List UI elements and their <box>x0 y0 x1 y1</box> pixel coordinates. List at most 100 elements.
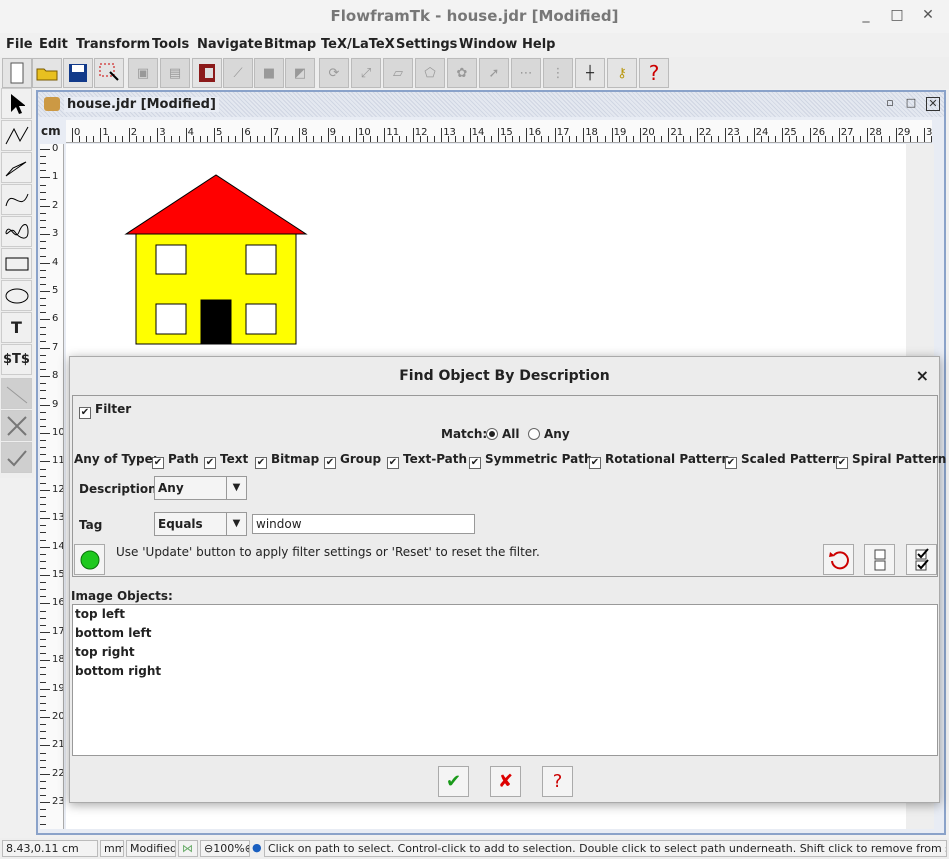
math-text-icon[interactable]: $T$ <box>1 344 32 375</box>
maximize-doc-icon[interactable]: □ <box>904 97 918 111</box>
menu-settings[interactable]: Settings <box>396 37 457 52</box>
description-select[interactable]: Any ▼ <box>154 476 247 500</box>
window-bottom-left[interactable] <box>155 303 187 335</box>
minimize-button[interactable]: _ <box>856 7 876 23</box>
ruler-tick <box>547 136 549 142</box>
new-document-icon[interactable] <box>2 58 32 88</box>
close-doc-icon[interactable]: ✕ <box>926 97 940 111</box>
match-any-radio[interactable]: Any <box>528 427 570 441</box>
close-window-button[interactable]: ✕ <box>918 7 938 23</box>
ruler-tick <box>40 468 46 470</box>
cancel-tool-icon[interactable] <box>1 410 32 441</box>
filter-checkbox[interactable]: ✔ Filter <box>79 402 131 419</box>
help-button[interactable]: ? <box>542 766 573 797</box>
shear-icon[interactable]: ▱ <box>383 58 413 88</box>
grid-icon[interactable]: ┼ <box>575 58 605 88</box>
ruler-tick <box>661 136 663 142</box>
ruler-tick <box>40 440 46 442</box>
rectangle-icon[interactable] <box>1 248 32 279</box>
edit-path-icon[interactable]: ⟋ <box>223 58 253 88</box>
house-roof[interactable] <box>124 174 308 235</box>
menu-tex-latex[interactable]: TeX/LaTeX <box>321 37 395 52</box>
save-icon[interactable] <box>63 58 93 88</box>
type-bitmap-checkbox[interactable]: ✔ Bitmap <box>255 452 319 469</box>
window-top-left[interactable] <box>155 244 187 275</box>
select-region-icon[interactable] <box>94 58 124 88</box>
bitmap-icon[interactable] <box>192 58 222 88</box>
menu-help[interactable]: Help <box>522 37 555 52</box>
type-rotational-pattern-checkbox[interactable]: ✔ Rotational Pattern <box>589 452 730 469</box>
ruler-tick <box>725 128 727 142</box>
open-folder-icon[interactable] <box>32 58 62 88</box>
ruler-tick <box>263 136 265 142</box>
fill-colour-icon[interactable]: ■ <box>254 58 284 88</box>
type-scaled-pattern-checkbox[interactable]: ✔ Scaled Pattern <box>725 452 841 469</box>
unit-field[interactable]: mm <box>100 840 124 857</box>
rotate-icon[interactable]: ⟳ <box>319 58 349 88</box>
reset-filter-button[interactable] <box>823 544 854 575</box>
scale-icon[interactable]: ⤢ <box>351 58 381 88</box>
move-to-back-icon[interactable]: ▤ <box>160 58 190 88</box>
list-item[interactable]: bottom left <box>73 624 937 643</box>
ruler-tick <box>753 128 755 142</box>
ruler-tick-label: 14 <box>471 127 485 138</box>
menu-tools[interactable]: Tools <box>152 37 189 52</box>
ruler-tick <box>40 489 50 491</box>
list-item[interactable]: top right <box>73 643 937 662</box>
deselect-all-button[interactable] <box>864 544 895 575</box>
open-curve-icon[interactable] <box>1 184 32 215</box>
menu-navigate[interactable]: Navigate <box>197 37 263 52</box>
type-text-path-checkbox[interactable]: ✔ Text-Path <box>387 452 467 469</box>
spiral-icon[interactable]: ➚ <box>479 58 509 88</box>
cancel-button[interactable]: ✘ <box>490 766 521 797</box>
ok-button[interactable]: ✔ <box>438 766 469 797</box>
type-group-checkbox[interactable]: ✔ Group <box>324 452 381 469</box>
key-icon[interactable]: ⚷ <box>607 58 637 88</box>
menu-window[interactable]: Window <box>459 37 517 52</box>
move-to-front-icon[interactable]: ▣ <box>128 58 158 88</box>
house-door[interactable] <box>200 299 232 345</box>
gradient-tool-icon[interactable] <box>1 378 32 409</box>
pattern-icon[interactable]: ✿ <box>447 58 477 88</box>
ruler-tick-label: 11 <box>52 455 64 467</box>
zoom-width-icon[interactable]: ⋈ <box>178 840 198 857</box>
list-item[interactable]: bottom right <box>73 662 937 681</box>
menu-edit[interactable]: Edit <box>39 37 68 52</box>
line-style-icon[interactable]: ◩ <box>285 58 315 88</box>
menu-file[interactable]: File <box>6 37 33 52</box>
type-text-checkbox[interactable]: ✔ Text <box>204 452 248 469</box>
zoom-field[interactable]: ⊖100%⊕ <box>200 840 250 857</box>
tag-input[interactable]: window <box>252 514 475 534</box>
distort-icon[interactable]: ⬠ <box>415 58 445 88</box>
type-spiral-pattern-checkbox[interactable]: ✔ Spiral Pattern <box>836 452 946 469</box>
type-path-checkbox[interactable]: ✔ Path <box>152 452 199 469</box>
lock-grid-icon[interactable]: ⋮ <box>543 58 573 88</box>
coordinates-readout: 8.43,0.11 cm <box>2 840 98 857</box>
open-line-icon[interactable] <box>1 120 32 151</box>
tag-mode-select[interactable]: Equals ▼ <box>154 512 247 536</box>
dialog-close-icon[interactable]: × <box>916 366 929 385</box>
document-titlebar[interactable]: house.jdr [Modified] ▫ □ ✕ <box>38 92 944 117</box>
text-tool-icon[interactable]: T <box>1 312 32 343</box>
closed-line-icon[interactable] <box>1 152 32 183</box>
closed-curve-icon[interactable] <box>1 216 32 247</box>
select-all-button[interactable] <box>906 544 937 575</box>
objects-list[interactable]: top left bottom left top right bottom ri… <box>72 604 938 756</box>
maximize-button[interactable]: □ <box>887 7 907 23</box>
type-symmetric-path-checkbox[interactable]: ✔ Symmetric Path <box>469 452 593 469</box>
list-item[interactable]: top left <box>73 605 937 624</box>
select-arrow-icon[interactable] <box>1 88 32 119</box>
finish-tool-icon[interactable] <box>1 442 32 473</box>
menu-bitmap[interactable]: Bitmap <box>264 37 316 52</box>
menu-transform[interactable]: Transform <box>76 37 150 52</box>
show-grid-icon[interactable]: ⋯ <box>511 58 541 88</box>
ruler-tick <box>40 553 46 555</box>
window-bottom-right[interactable] <box>245 303 277 335</box>
ruler-tick <box>40 780 46 782</box>
ellipse-icon[interactable] <box>1 280 32 311</box>
match-any-label: Any <box>544 427 570 441</box>
window-top-right[interactable] <box>245 244 277 275</box>
match-all-radio[interactable]: All <box>486 427 520 441</box>
iconify-doc-icon[interactable]: ▫ <box>883 97 897 111</box>
help-icon[interactable]: ? <box>639 58 669 88</box>
